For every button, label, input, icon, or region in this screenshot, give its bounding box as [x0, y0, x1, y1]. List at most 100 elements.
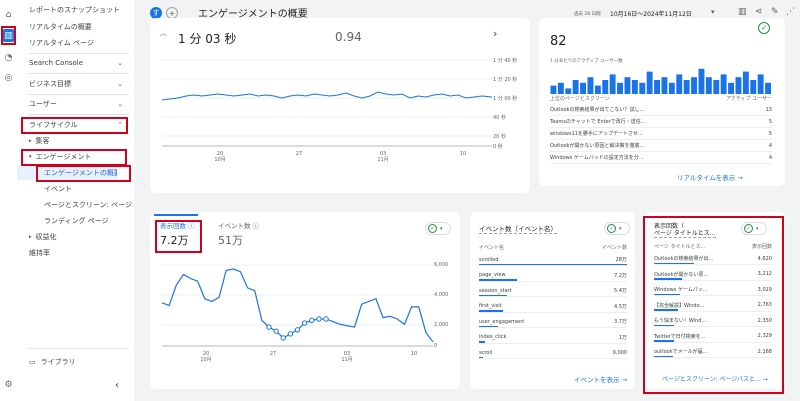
nav-item-engagement-overview[interactable]: エンゲージメントの概要 — [17, 166, 117, 180]
table-row[interactable]: scrolled 28万 — [479, 254, 627, 266]
divider — [29, 53, 129, 54]
table-row[interactable]: page_view 7.2万 — [479, 270, 627, 282]
table-row[interactable]: user_engagement 3.7万 — [479, 316, 627, 328]
data-point[interactable] — [287, 331, 294, 337]
nav-item-snapshot[interactable]: レポートのスナップショット — [17, 3, 133, 17]
chevron-down-icon: ⌄ — [117, 100, 123, 108]
data-point[interactable] — [280, 335, 286, 341]
table-row[interactable]: Outlookが開かない原因と解決策を徹底... 4 — [550, 140, 772, 152]
nav-item-realtime-pages[interactable]: リアルタイム ページ — [17, 36, 133, 50]
table-row[interactable]: index_click 1万 — [479, 332, 627, 344]
row-value: 4 — [768, 142, 772, 149]
pages-card-title: 表示回数（ ページ タイトルとス... — [654, 223, 716, 238]
nav-item-events[interactable]: イベント — [17, 182, 133, 196]
table-row[interactable]: Windows ゲームパッ... 3,019 — [654, 284, 772, 296]
insights-icon[interactable]: ⋰ — [786, 7, 795, 17]
nav-panel: レポートのスナップショット リアルタイムの概要 リアルタイム ページ Searc… — [17, 0, 134, 401]
customize-icon[interactable]: ▥ — [738, 7, 747, 17]
view-pages-link[interactable]: ページとスクリーン: ページパスと... → — [662, 374, 768, 383]
comparison-toggle[interactable]: ✓ ▾ — [604, 222, 630, 235]
y-tick: 1 分 20 秒 — [493, 77, 518, 83]
check-icon[interactable]: ✓ — [758, 22, 770, 34]
realtime-card: 82 ✓ 1 分あたりのアクティブ ユーザー数 上位のページとスクリーン アクテ… — [539, 18, 785, 186]
chevron-down-icon: ▾ — [619, 225, 622, 232]
realtime-bar — [691, 77, 697, 94]
nav-item-pages-screens[interactable]: ページとスクリーン: ページ... — [17, 198, 133, 212]
nav-item-search-console[interactable]: Search Console ⌄ — [17, 56, 133, 70]
data-point[interactable] — [301, 320, 308, 326]
table-row[interactable]: scroll 9,000 — [479, 347, 627, 359]
table-row[interactable]: first_visit 4.5万 — [479, 301, 627, 313]
chevron-down-icon[interactable]: ▾ — [711, 8, 715, 16]
table-row[interactable]: Outlookの検索結果が出てこない？試し... 13 — [550, 104, 772, 116]
x-tick: 27 — [287, 151, 311, 157]
collapse-icon[interactable]: ‹ — [115, 380, 119, 391]
y-tick: 6,000 — [434, 262, 449, 268]
date-range-label: 過去 28 日間 — [574, 12, 601, 17]
divider — [29, 348, 129, 349]
reports-icon[interactable]: ▥ — [2, 29, 15, 42]
realtime-bar — [654, 80, 660, 94]
edit-icon[interactable]: ✎ — [771, 7, 779, 17]
x-tick: 20 10月 — [194, 351, 218, 363]
table-row[interactable]: Outlookの検索結果が出... 4,620 — [654, 253, 772, 265]
data-point[interactable] — [266, 324, 272, 330]
nav-item-realtime-overview[interactable]: リアルタイムの概要 — [17, 20, 133, 34]
chevron-up-icon: ⌃ — [117, 121, 123, 129]
nav-item-retention[interactable]: 維持率 — [17, 246, 133, 260]
x-tick-month: 10月 — [200, 357, 212, 363]
events-card-title: イベント数（イベント名） — [479, 225, 557, 234]
table-row[interactable]: session_start 5.4万 — [479, 285, 627, 297]
data-point[interactable] — [316, 316, 322, 322]
table-row[interactable]: outlookでメールが届... 2,168 — [654, 346, 772, 358]
nav-item-library[interactable]: ▭ ライブラリ — [17, 355, 133, 369]
table-row[interactable]: 【完全解説】Windo... 2,763 — [654, 300, 772, 312]
nav-item-monetization[interactable]: ▸ 収益化 — [17, 230, 133, 244]
nav-label: エンゲージメント — [35, 153, 92, 161]
folder-icon: ▭ — [29, 358, 36, 366]
data-point[interactable] — [323, 316, 329, 322]
table-row[interactable]: もう悩まない！Wind... 2,350 — [654, 315, 772, 327]
nav-item-acquisition[interactable]: ▸ 集客 — [17, 134, 133, 148]
nav-label: ユーザー — [29, 100, 57, 108]
nav-label: ライブラリ — [40, 358, 76, 366]
date-range-picker[interactable]: 10月16日～2024年11月12日 — [610, 9, 692, 18]
table-row[interactable]: Twitterで日付検索を... 2,329 — [654, 331, 772, 343]
col-header: 上位のページとスクリーン — [550, 96, 610, 102]
explore-icon[interactable]: ◔ — [2, 51, 15, 64]
col-header: 表示回数 — [751, 244, 772, 250]
share-icon[interactable]: ⋖ — [755, 7, 763, 17]
y-tick: 2,000 — [434, 322, 449, 328]
data-point[interactable] — [294, 327, 301, 333]
realtime-bar — [728, 82, 734, 94]
events-card: イベント数（イベント名） ✓ ▾ イベント名 イベント数 scrolled 28万 p… — [470, 212, 635, 389]
row-value: 28万 — [615, 257, 627, 263]
settings-icon[interactable]: ⚙ — [2, 378, 15, 391]
x-tick-day: 27 — [269, 351, 277, 357]
realtime-bar — [742, 71, 749, 94]
nav-item-business-goals[interactable]: ビジネス目標 ⌄ — [17, 77, 133, 91]
table-row[interactable]: windows11を勝手にアップデートさせ... 5 — [550, 128, 772, 140]
data-point[interactable] — [273, 328, 279, 334]
data-point[interactable] — [309, 317, 315, 324]
table-row[interactable]: Windows ゲームバッドの設定方法を分... 4 — [550, 152, 772, 164]
home-icon[interactable]: ⌂ — [2, 8, 15, 21]
view-events-link[interactable]: イベントを表示 → — [574, 374, 627, 384]
row-label: Outlookの検索結果が出... — [654, 256, 714, 262]
col-header: アクティブ ユーザー — [726, 96, 772, 102]
table-row[interactable]: Outlookが開かない原... 3,212 — [654, 269, 772, 281]
nav-item-user[interactable]: ユーザー ⌄ — [17, 97, 133, 111]
nav-item-landing-page[interactable]: ランディング ページ — [17, 214, 133, 228]
nav-item-lifecycle[interactable]: ライフサイクル ⌃ — [17, 118, 133, 132]
view-realtime-link[interactable]: リアルタイムを表示 → — [677, 172, 743, 182]
nav-label: 集客 — [35, 137, 50, 145]
title-line: 表示回数（ — [654, 223, 685, 230]
divider — [29, 94, 129, 95]
row-bar — [654, 309, 678, 311]
advertising-icon[interactable]: ◎ — [2, 71, 15, 84]
table-row[interactable]: Teamsのチャットで Enterで改行・送信... 5 — [550, 116, 772, 128]
check-icon: ✓ — [744, 224, 753, 233]
nav-item-engagement[interactable]: ▾ エンゲージメント — [17, 150, 133, 164]
chevron-down-icon: ⌄ — [117, 80, 123, 88]
comparison-toggle[interactable]: ✓ ▾ — [741, 222, 767, 235]
